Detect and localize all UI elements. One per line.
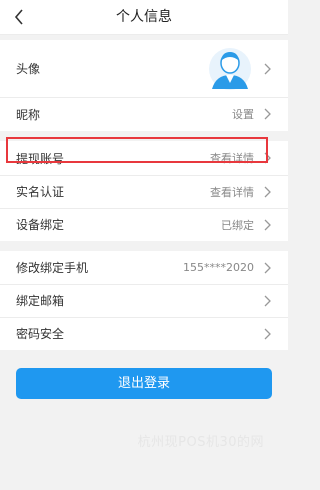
nickname-label: 昵称: [16, 107, 41, 122]
chevron-right-icon: [262, 294, 272, 308]
avatar-label: 头像: [16, 62, 41, 76]
withdraw-account-label: 提现账号: [16, 151, 65, 166]
logout-button[interactable]: 退出登录: [16, 368, 272, 399]
logout-section: 退出登录: [0, 350, 288, 417]
page-title: 个人信息: [116, 9, 172, 25]
email-label: 绑定邮箱: [16, 294, 65, 308]
device-binding-row[interactable]: 设备绑定 已绑定: [0, 208, 288, 241]
nav-bar: 个人信息: [0, 0, 288, 35]
watermark: 杭州现POS机30的网: [137, 435, 264, 450]
chevron-right-icon: [262, 62, 272, 76]
profile-group: 头像 昵称 设置: [0, 40, 288, 131]
nickname-value: 设置: [232, 108, 254, 121]
chevron-right-icon: [262, 185, 272, 199]
password-label: 密码安全: [16, 327, 65, 341]
password-row[interactable]: 密码安全: [0, 317, 288, 350]
phone-label: 修改绑定手机: [16, 261, 89, 275]
withdraw-account-row[interactable]: 提现账号 查看详情: [0, 141, 288, 175]
realname-value: 查看详情: [210, 185, 254, 199]
security-group: 修改绑定手机 155****2020 绑定邮箱 密码安全: [0, 251, 288, 350]
chevron-right-icon: [262, 218, 272, 232]
email-row[interactable]: 绑定邮箱: [0, 284, 288, 317]
avatar[interactable]: [208, 47, 252, 91]
chevron-right-icon: [262, 327, 272, 341]
phone-row[interactable]: 修改绑定手机 155****2020: [0, 251, 288, 284]
device-binding-label: 设备绑定: [16, 218, 65, 232]
withdraw-account-value: 查看详情: [210, 152, 254, 165]
account-group: 提现账号 查看详情 实名认证 查看详情 设备绑定 已绑定: [0, 141, 288, 241]
nickname-row[interactable]: 昵称 设置: [0, 97, 288, 131]
chevron-right-icon: [262, 151, 272, 165]
realname-row[interactable]: 实名认证 查看详情: [0, 175, 288, 208]
chevron-right-icon: [262, 107, 272, 121]
chevron-right-icon: [262, 261, 272, 275]
phone-value: 155****2020: [183, 261, 254, 274]
device-binding-value: 已绑定: [221, 218, 254, 232]
realname-label: 实名认证: [16, 185, 65, 199]
avatar-row[interactable]: 头像: [0, 40, 288, 97]
